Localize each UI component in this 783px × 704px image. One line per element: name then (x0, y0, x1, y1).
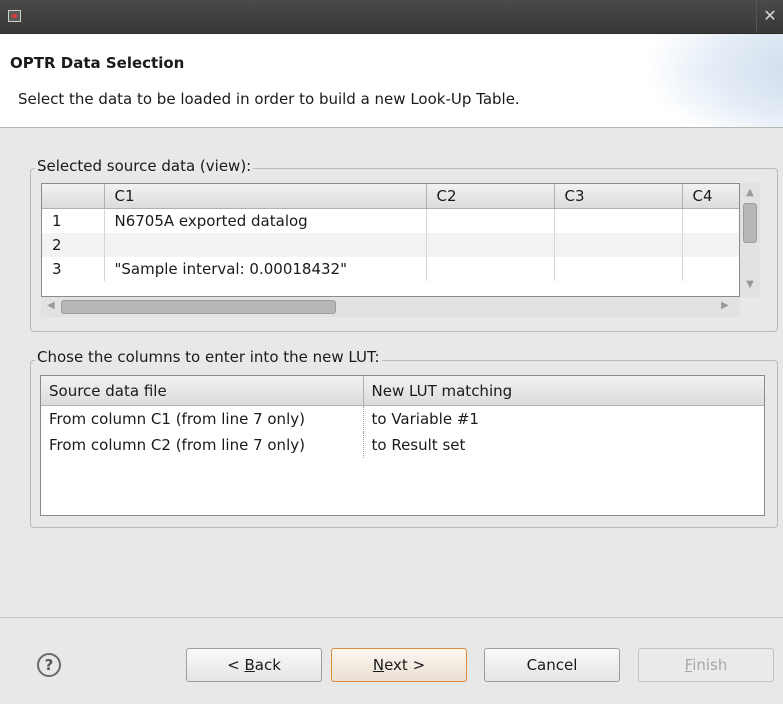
table-cell: 3 (42, 257, 105, 281)
source-data-table[interactable]: C1 C2 C3 C4 1 N6705A exported datalog 2 (41, 183, 740, 297)
table-cell: From column C1 (from line 7 only) (41, 405, 364, 432)
table-cell[interactable]: to Variable #1 (363, 406, 764, 433)
table-cell (682, 208, 739, 233)
table-cell (426, 257, 555, 281)
table-row[interactable]: 2 (42, 233, 739, 257)
vertical-scrollbar[interactable]: ▲ ▼ (740, 183, 760, 297)
page-title: OPTR Data Selection (10, 54, 185, 72)
button-bar-separator (0, 617, 783, 618)
column-header-c2[interactable]: C2 (426, 184, 555, 209)
source-data-file-header[interactable]: Source data file (41, 376, 364, 406)
table-cell: "Sample interval: 0.00018432" (104, 257, 427, 281)
new-lut-matching-header[interactable]: New LUT matching (363, 376, 764, 406)
table-cell: N6705A exported datalog (104, 208, 427, 233)
table-cell[interactable]: to Result set (363, 432, 764, 458)
finish-button-label: inish (692, 656, 728, 674)
column-header-c1[interactable]: C1 (104, 184, 427, 209)
scroll-up-icon[interactable]: ▲ (740, 187, 760, 198)
title-bar: ✕ (0, 0, 783, 34)
column-header-c4[interactable]: C4 (682, 184, 739, 209)
table-row[interactable]: From column C1 (from line 7 only) to Var… (41, 405, 764, 433)
page-description: Select the data to be loaded in order to… (18, 90, 520, 108)
table-cell (554, 257, 683, 281)
back-button-mnemonic: B (244, 656, 255, 674)
back-button-prefix: < (227, 656, 245, 674)
finish-button[interactable]: Finish (638, 648, 774, 682)
horizontal-scroll-thumb[interactable] (61, 300, 336, 314)
app-icon (8, 10, 21, 22)
source-data-group-label: Selected source data (view): (35, 157, 254, 175)
column-header-c3[interactable]: C3 (554, 184, 683, 209)
table-cell (426, 233, 555, 257)
table-row[interactable]: 1 N6705A exported datalog (42, 208, 739, 233)
cancel-button[interactable]: Cancel (484, 648, 620, 682)
lut-columns-group-label: Chose the columns to enter into the new … (35, 348, 382, 366)
table-cell (426, 208, 555, 233)
help-icon[interactable]: ? (37, 653, 61, 677)
row-number-header[interactable] (42, 184, 105, 209)
close-button[interactable]: ✕ (756, 0, 783, 32)
wizard-header: OPTR Data Selection Select the data to b… (0, 34, 783, 128)
next-button-mnemonic: N (372, 656, 385, 674)
table-cell (682, 233, 739, 257)
scroll-right-icon[interactable]: ▶ (721, 300, 729, 311)
lut-mapping-table[interactable]: Source data file New LUT matching From c… (40, 375, 765, 516)
back-button[interactable]: < Back (186, 648, 322, 682)
table-cell: 1 (42, 208, 105, 233)
table-cell (104, 233, 427, 257)
next-button-label: ext > (384, 656, 426, 674)
table-cell (554, 233, 683, 257)
back-button-label: ack (254, 656, 281, 674)
table-row[interactable]: 3 "Sample interval: 0.00018432" (42, 257, 739, 281)
vertical-scroll-thumb[interactable] (743, 203, 757, 243)
table-cell: From column C2 (from line 7 only) (41, 432, 364, 458)
table-cell (554, 208, 683, 233)
horizontal-scrollbar[interactable]: ◀ ▶ (41, 297, 740, 317)
next-button[interactable]: Next > (331, 648, 467, 682)
scroll-down-icon[interactable]: ▼ (740, 279, 760, 290)
table-cell: 2 (42, 233, 105, 257)
table-cell (682, 257, 739, 281)
scroll-left-icon[interactable]: ◀ (47, 300, 55, 311)
table-row[interactable]: From column C2 (from line 7 only) to Res… (41, 432, 764, 458)
